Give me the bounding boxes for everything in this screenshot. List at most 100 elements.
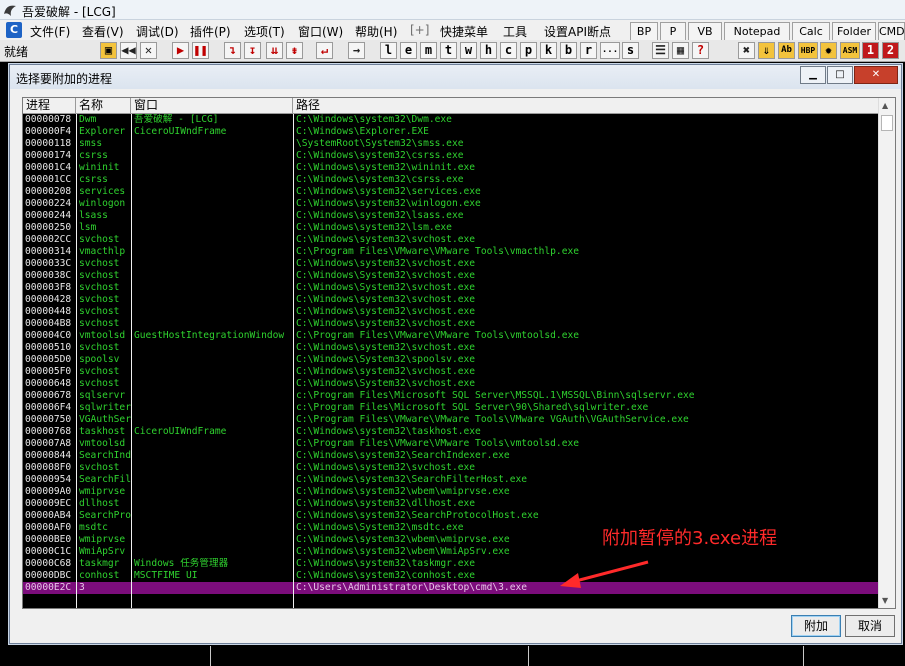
process-row[interactable]: 00000448 svchost C:\Windows\system32\svcho…	[23, 306, 879, 318]
minimize-icon[interactable]: ▁	[800, 66, 826, 84]
process-row[interactable]: 000009A0 wmiprvse C:\Windows\system32\wbem…	[23, 486, 879, 498]
pause-icon[interactable]: ❚❚	[192, 42, 209, 59]
process-row[interactable]: 00000AB4 SearchProtocolHost C:\Windows\sys…	[23, 510, 879, 522]
asm-icon[interactable]: ASM	[840, 42, 860, 59]
column-header-path[interactable]: 路径	[293, 98, 879, 114]
toolbar-ellipsis-button[interactable]: ...	[600, 42, 620, 59]
menu-tools[interactable]: 工具	[503, 23, 527, 40]
close-icon[interactable]: ✕	[140, 42, 157, 59]
toolbar-w-button[interactable]: w	[460, 42, 477, 59]
list-icon[interactable]: ☰	[652, 42, 669, 59]
trace-over-icon[interactable]: ⇟	[286, 42, 303, 59]
menu-help[interactable]: 帮助(H)	[355, 23, 397, 40]
menu-file[interactable]: 文件(F)	[30, 23, 70, 40]
vb-button[interactable]: VB	[688, 22, 722, 42]
notepad-button[interactable]: Notepad	[724, 22, 790, 42]
ab-icon[interactable]: Ab	[778, 42, 795, 59]
toolbar-m-button[interactable]: m	[420, 42, 437, 59]
close-window-icon[interactable]: ✕	[854, 66, 898, 84]
process-row[interactable]: 00000648 svchost C:\Windows\System32\svcho…	[23, 378, 879, 390]
grid-icon[interactable]: ▦	[672, 42, 689, 59]
process-row[interactable]: 00000428 svchost C:\Windows\system32\svcho…	[23, 294, 879, 306]
maximize-icon[interactable]: □	[827, 66, 853, 84]
process-row[interactable]: 000002CC svchost C:\Windows\system32\svcho…	[23, 234, 879, 246]
run-icon[interactable]: ▶	[172, 42, 189, 59]
toolbar-t-button[interactable]: t	[440, 42, 457, 59]
process-row[interactable]: 000001C4 wininit C:\Windows\system32\winin…	[23, 162, 879, 174]
scroll-up-icon[interactable]: ▲	[882, 101, 888, 110]
process-row[interactable]: 000004B8 svchost C:\Windows\system32\svcho…	[23, 318, 879, 330]
toolbar-h-button[interactable]: h	[480, 42, 497, 59]
menu-view[interactable]: 查看(V)	[82, 23, 124, 40]
cancel-button[interactable]: 取消	[845, 615, 895, 637]
process-row[interactable]: 00000750 VGAuthService C:\Program Files\VM…	[23, 414, 879, 426]
process-row[interactable]: 000004C0 vmtoolsd GuestHostIntegrationWind…	[23, 330, 879, 342]
folder-button[interactable]: Folder	[832, 22, 876, 42]
menu-window[interactable]: 窗口(W)	[298, 23, 343, 40]
process-row[interactable]: 0000033C svchost C:\Windows\system32\svcho…	[23, 258, 879, 270]
execute-till-return-icon[interactable]: ↵	[316, 42, 333, 59]
process-row[interactable]: 000000F4 Explorer CiceroUIWndFrame C:\Windo…	[23, 126, 879, 138]
menu-plugins[interactable]: 插件(P)	[190, 23, 231, 40]
vertical-scrollbar[interactable]: ▲ ▼	[878, 98, 895, 608]
process-row[interactable]: 000003F8 svchost C:\Windows\System32\svcho…	[23, 282, 879, 294]
step-over-icon[interactable]: ↧	[244, 42, 261, 59]
toolbar-k-button[interactable]: k	[540, 42, 557, 59]
process-row[interactable]: 00000224 winlogon C:\Windows\system32\winl…	[23, 198, 879, 210]
process-row[interactable]: 000005F0 svchost C:\Windows\system32\svcho…	[23, 366, 879, 378]
process-row[interactable]: 00000174 csrss C:\Windows\system32\csrss.e…	[23, 150, 879, 162]
menu-options[interactable]: 选项(T)	[244, 23, 285, 40]
process-row[interactable]: 00000510 svchost C:\Windows\system32\svcho…	[23, 342, 879, 354]
process-row[interactable]: 000007A8 vmtoolsd C:\Program Files\VMware\…	[23, 438, 879, 450]
toolbar-p-button[interactable]: p	[520, 42, 537, 59]
process-row[interactable]: 000009EC dllhost C:\Windows\system32\dllho…	[23, 498, 879, 510]
bp-button[interactable]: BP	[630, 22, 658, 42]
down-arrows-icon[interactable]: ⇓	[758, 42, 775, 59]
process-row-selected[interactable]: 00000E2C 3 C:\Users\Administrator\Desktop\…	[23, 582, 879, 594]
goto-icon[interactable]: →	[348, 42, 365, 59]
attach-button[interactable]: 附加	[791, 615, 841, 637]
cmd-button[interactable]: CMD	[878, 22, 905, 42]
process-row[interactable]: 00000250 lsm C:\Windows\system32\lsm.exe	[23, 222, 879, 234]
one-icon[interactable]: 1	[862, 42, 879, 59]
toolbar-s-button[interactable]: s	[622, 42, 639, 59]
scroll-down-icon[interactable]: ▼	[882, 596, 888, 605]
toolbar-c-button[interactable]: c	[500, 42, 517, 59]
menu-set-api-breakpoint[interactable]: 设置API断点	[544, 23, 611, 40]
toolbar-e-button[interactable]: e	[400, 42, 417, 59]
hbp-icon[interactable]: HBP	[798, 42, 818, 59]
scroll-thumb[interactable]	[881, 115, 893, 131]
menu-quick[interactable]: 快捷菜单	[440, 23, 488, 40]
process-row[interactable]: 000006F4 sqlwriter c:\Program Files\Micros…	[23, 402, 879, 414]
process-row[interactable]: 00000118 smss \SystemRoot\System32\smss.ex…	[23, 138, 879, 150]
gear-icon[interactable]: ✹	[820, 42, 837, 59]
calc-button[interactable]: Calc	[792, 22, 830, 42]
process-row[interactable]: 00000244 lsass C:\Windows\system32\lsass.e…	[23, 210, 879, 222]
process-row[interactable]: 00000DBC conhost MSCTFIME UI C:\Windows\sys…	[23, 570, 879, 582]
p-button[interactable]: P	[660, 22, 686, 42]
process-row[interactable]: 0000038C svchost C:\Windows\System32\svcho…	[23, 270, 879, 282]
toolbar-r-button[interactable]: r	[580, 42, 597, 59]
open-icon[interactable]: ▣	[100, 42, 117, 59]
step-into-icon[interactable]: ↴	[224, 42, 241, 59]
process-row[interactable]: 000001CC csrss C:\Windows\system32\csrss.e…	[23, 174, 879, 186]
toolbar-b-button[interactable]: b	[560, 42, 577, 59]
column-header-name[interactable]: 名称	[76, 98, 131, 114]
process-row[interactable]: 00000078 Dwm 吾爱破解 - [LCG] C:\Windows\system…	[23, 114, 879, 126]
toolbar-l-button[interactable]: l	[380, 42, 397, 59]
help-icon[interactable]: ?	[692, 42, 709, 59]
column-header-window[interactable]: 窗口	[131, 98, 293, 114]
two-icon[interactable]: 2	[882, 42, 899, 59]
column-header-process[interactable]: 进程	[23, 98, 76, 114]
process-row[interactable]: 000005D0 spoolsv C:\Windows\System32\spool…	[23, 354, 879, 366]
process-row[interactable]: 00000844 SearchIndexer C:\Windows\system32…	[23, 450, 879, 462]
process-row[interactable]: 00000678 sqlservr c:\Program Files\Microso…	[23, 390, 879, 402]
menu-debug[interactable]: 调试(D)	[136, 23, 179, 40]
trace-into-icon[interactable]: ⇊	[266, 42, 283, 59]
process-row[interactable]: 00000314 vmacthlp C:\Program Files\VMware\…	[23, 246, 879, 258]
process-row[interactable]: 00000768 taskhost CiceroUIWndFrame C:\Windo…	[23, 426, 879, 438]
process-row[interactable]: 00000C68 taskmgr Windows 任务管理器 C:\Windows\s…	[23, 558, 879, 570]
x-cross-icon[interactable]: ✖	[738, 42, 755, 59]
rewind-icon[interactable]: ◀◀	[120, 42, 137, 59]
c-icon[interactable]: C	[6, 22, 22, 38]
